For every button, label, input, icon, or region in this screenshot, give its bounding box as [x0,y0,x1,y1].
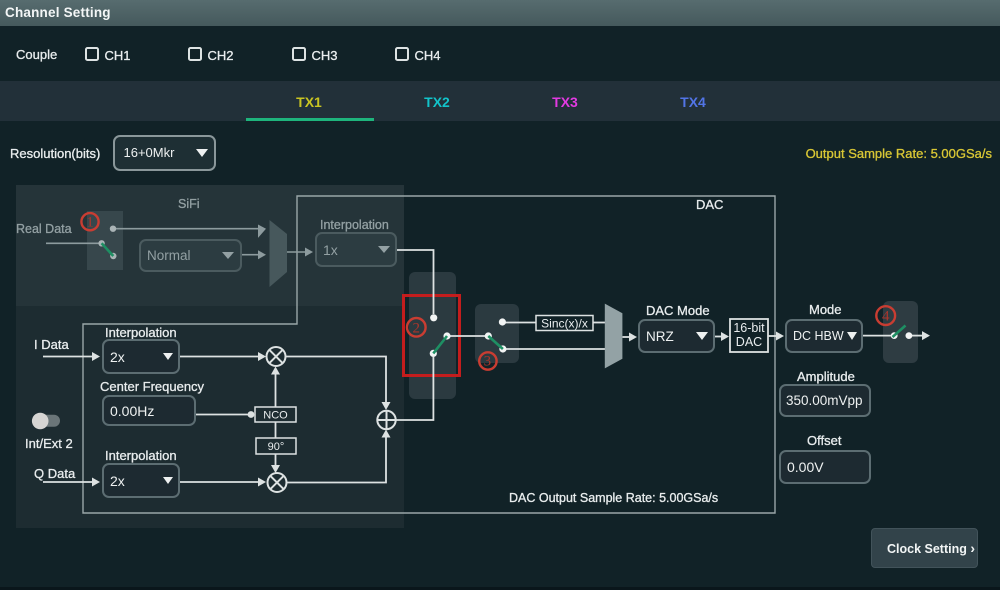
svg-text:2: 2 [413,320,421,336]
svg-text:NCO: NCO [263,410,288,422]
svg-text:16-bit: 16-bit [733,321,765,335]
svg-text:3: 3 [484,354,492,370]
svg-text:90°: 90° [268,441,285,453]
svg-text:Sinc(x)/x: Sinc(x)/x [541,317,588,331]
svg-text:4: 4 [882,309,890,325]
svg-text:DAC: DAC [736,335,762,349]
svg-text:1: 1 [86,215,94,231]
